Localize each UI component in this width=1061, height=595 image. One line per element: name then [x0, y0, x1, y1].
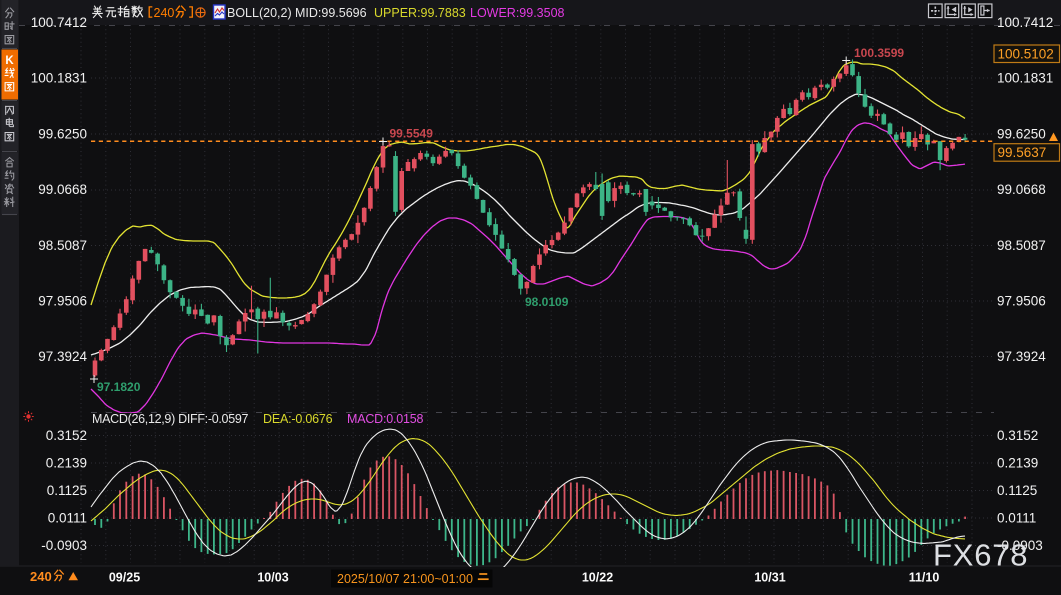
svg-text:0.2139: 0.2139 — [46, 456, 87, 471]
svg-text:MACD:0.0158: MACD:0.0158 — [347, 412, 424, 426]
svg-text:99.0668: 99.0668 — [997, 182, 1046, 197]
svg-text:100.7412: 100.7412 — [31, 15, 87, 30]
svg-text:FX678: FX678 — [933, 538, 1028, 573]
svg-text:100.3599: 100.3599 — [854, 46, 904, 60]
svg-text:240: 240 — [154, 6, 175, 20]
svg-text:UPPER:99.7883: UPPER:99.7883 — [374, 6, 466, 20]
svg-text:97.1820: 97.1820 — [97, 380, 141, 394]
svg-text:10/22: 10/22 — [582, 571, 613, 585]
svg-text:10/31: 10/31 — [754, 571, 785, 585]
svg-text:0.2139: 0.2139 — [997, 456, 1038, 471]
svg-text:99.5637: 99.5637 — [998, 145, 1047, 160]
svg-text:0.0111: 0.0111 — [48, 511, 87, 526]
svg-text:99.5549: 99.5549 — [390, 127, 434, 141]
svg-text:100.1831: 100.1831 — [997, 71, 1053, 86]
svg-text:MACD(26,12,9) DIFF:-0.0597: MACD(26,12,9) DIFF:-0.0597 — [92, 412, 248, 426]
svg-text:100.7412: 100.7412 — [997, 15, 1053, 30]
svg-text:11/10: 11/10 — [909, 571, 940, 585]
svg-text:97.3924: 97.3924 — [997, 349, 1046, 364]
svg-text:99.6250: 99.6250 — [38, 126, 87, 141]
svg-text:0.0111: 0.0111 — [997, 511, 1036, 526]
svg-text:09/25: 09/25 — [109, 571, 140, 585]
svg-text:97.9506: 97.9506 — [997, 294, 1046, 309]
svg-text:-0.0903: -0.0903 — [41, 538, 87, 553]
svg-text:100.5102: 100.5102 — [998, 47, 1054, 62]
svg-text:100.1831: 100.1831 — [31, 71, 87, 86]
svg-text:98.0109: 98.0109 — [525, 295, 569, 309]
svg-text:240: 240 — [30, 569, 52, 584]
svg-text:10/03: 10/03 — [257, 571, 288, 585]
svg-text:LOWER:99.3508: LOWER:99.3508 — [470, 6, 565, 20]
svg-text:97.3924: 97.3924 — [38, 349, 87, 364]
svg-text:0.1125: 0.1125 — [47, 483, 87, 498]
svg-text:0.3152: 0.3152 — [46, 428, 87, 443]
svg-text:0.3152: 0.3152 — [997, 428, 1038, 443]
svg-text:0.1125: 0.1125 — [997, 483, 1037, 498]
svg-text:K: K — [5, 55, 14, 67]
svg-text:98.5087: 98.5087 — [997, 238, 1046, 253]
svg-text:98.5087: 98.5087 — [38, 238, 87, 253]
svg-text:2025/10/07 21:00~01:00: 2025/10/07 21:00~01:00 — [337, 572, 473, 586]
svg-text:99.6250: 99.6250 — [997, 126, 1046, 141]
svg-text:DEA:-0.0676: DEA:-0.0676 — [263, 412, 333, 426]
svg-text:BOLL(20,2): BOLL(20,2) — [227, 6, 292, 20]
svg-text:MID:99.5696: MID:99.5696 — [295, 6, 367, 20]
svg-text:97.9506: 97.9506 — [38, 294, 87, 309]
svg-text:99.0668: 99.0668 — [38, 182, 87, 197]
